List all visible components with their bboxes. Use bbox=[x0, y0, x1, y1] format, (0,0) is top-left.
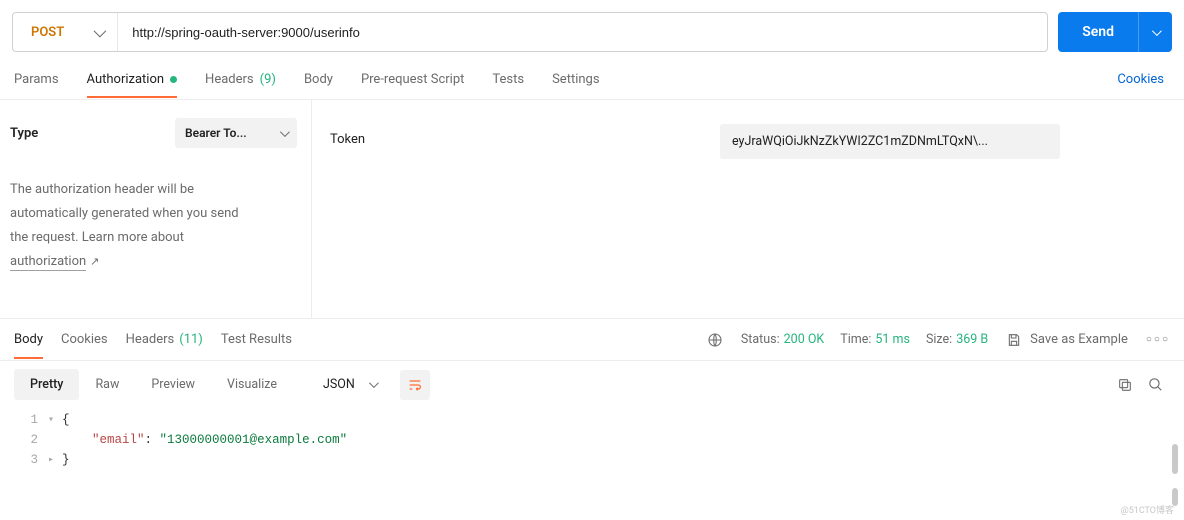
line-number: 3 bbox=[0, 453, 48, 467]
unsaved-dot-icon bbox=[170, 76, 177, 83]
tab-prerequest[interactable]: Pre-request Script bbox=[361, 62, 464, 97]
url-input[interactable] bbox=[118, 25, 1047, 40]
response-body-editor[interactable]: 1 ▾ { 2 "email": "13000000001@example.co… bbox=[0, 408, 1184, 474]
copy-icon bbox=[1117, 377, 1133, 393]
external-link-icon: ↗ bbox=[90, 255, 99, 268]
tab-authorization-label: Authorization bbox=[87, 72, 165, 87]
tab-headers-label: Headers bbox=[205, 72, 254, 87]
globe-icon[interactable] bbox=[707, 332, 723, 348]
cookies-link[interactable]: Cookies bbox=[1117, 72, 1170, 87]
resp-tab-body[interactable]: Body bbox=[14, 320, 43, 359]
response-status-group: Status: 200 OK Time: 51 ms Size: 369 B bbox=[741, 332, 988, 347]
headers-count: (9) bbox=[260, 72, 276, 87]
send-button[interactable]: Send bbox=[1058, 12, 1138, 52]
time-value: 51 ms bbox=[875, 332, 910, 347]
line-number: 1 bbox=[0, 413, 48, 427]
fold-toggle-icon[interactable]: ▾ bbox=[48, 414, 62, 426]
view-mode-pretty[interactable]: Pretty bbox=[14, 369, 79, 400]
view-mode-raw[interactable]: Raw bbox=[79, 369, 135, 400]
language-select[interactable]: JSON bbox=[311, 370, 388, 399]
json-key: "email" bbox=[92, 433, 145, 447]
chevron-down-icon bbox=[369, 378, 379, 388]
json-close-brace: } bbox=[62, 453, 70, 467]
save-as-example-button[interactable]: Save as Example bbox=[1006, 332, 1128, 348]
token-input[interactable] bbox=[720, 124, 1060, 159]
auth-description: The authorization header will be automat… bbox=[10, 178, 297, 274]
time-label: Time: bbox=[840, 332, 871, 347]
json-colon: : bbox=[145, 433, 160, 447]
scrollbar-handle[interactable] bbox=[1172, 444, 1178, 474]
size-value: 369 B bbox=[956, 332, 988, 347]
save-icon bbox=[1006, 332, 1022, 348]
fold-end-icon: ▸ bbox=[48, 454, 62, 466]
resp-tab-headers-label: Headers bbox=[126, 332, 175, 347]
http-method-label: POST bbox=[31, 25, 64, 40]
auth-type-value: Bearer To... bbox=[185, 126, 247, 140]
tab-settings[interactable]: Settings bbox=[552, 62, 599, 97]
language-value: JSON bbox=[323, 377, 355, 392]
view-mode-visualize[interactable]: Visualize bbox=[211, 369, 293, 400]
status-value: 200 OK bbox=[784, 332, 825, 347]
copy-button[interactable] bbox=[1110, 370, 1140, 400]
token-label: Token bbox=[330, 124, 680, 147]
wrap-icon bbox=[407, 377, 423, 393]
more-options-icon[interactable]: ○○○ bbox=[1146, 334, 1170, 345]
search-icon bbox=[1147, 376, 1164, 393]
resp-tab-test-results[interactable]: Test Results bbox=[221, 320, 292, 359]
search-button[interactable] bbox=[1140, 370, 1170, 400]
http-method-select[interactable]: POST bbox=[13, 13, 118, 51]
tab-tests[interactable]: Tests bbox=[492, 62, 524, 97]
json-open-brace: { bbox=[62, 413, 70, 427]
json-value: "13000000001@example.com" bbox=[160, 433, 348, 447]
save-as-example-label: Save as Example bbox=[1030, 332, 1128, 347]
resp-tab-headers[interactable]: Headers (11) bbox=[126, 320, 203, 359]
view-mode-preview[interactable]: Preview bbox=[135, 369, 211, 400]
chevron-down-icon bbox=[1152, 26, 1162, 36]
watermark: @51CTO博客 bbox=[1121, 503, 1174, 516]
send-options-button[interactable] bbox=[1138, 12, 1172, 52]
resp-tab-cookies[interactable]: Cookies bbox=[61, 320, 108, 359]
line-number: 2 bbox=[0, 433, 48, 447]
chevron-down-icon bbox=[280, 127, 290, 137]
authorization-help-link[interactable]: authorization bbox=[10, 254, 86, 271]
resp-headers-count: (11) bbox=[179, 332, 203, 347]
tab-authorization[interactable]: Authorization bbox=[87, 62, 178, 97]
auth-type-label: Type bbox=[10, 126, 38, 141]
request-tabs: Params Authorization Headers (9) Body Pr… bbox=[0, 60, 1184, 100]
status-label: Status: bbox=[741, 332, 780, 347]
tab-params[interactable]: Params bbox=[14, 62, 59, 97]
size-label: Size: bbox=[926, 332, 952, 347]
tab-body[interactable]: Body bbox=[304, 62, 333, 97]
auth-type-select[interactable]: Bearer To... bbox=[175, 118, 297, 148]
tab-headers[interactable]: Headers (9) bbox=[205, 62, 276, 97]
wrap-lines-button[interactable] bbox=[400, 370, 430, 400]
chevron-down-icon bbox=[94, 24, 107, 37]
